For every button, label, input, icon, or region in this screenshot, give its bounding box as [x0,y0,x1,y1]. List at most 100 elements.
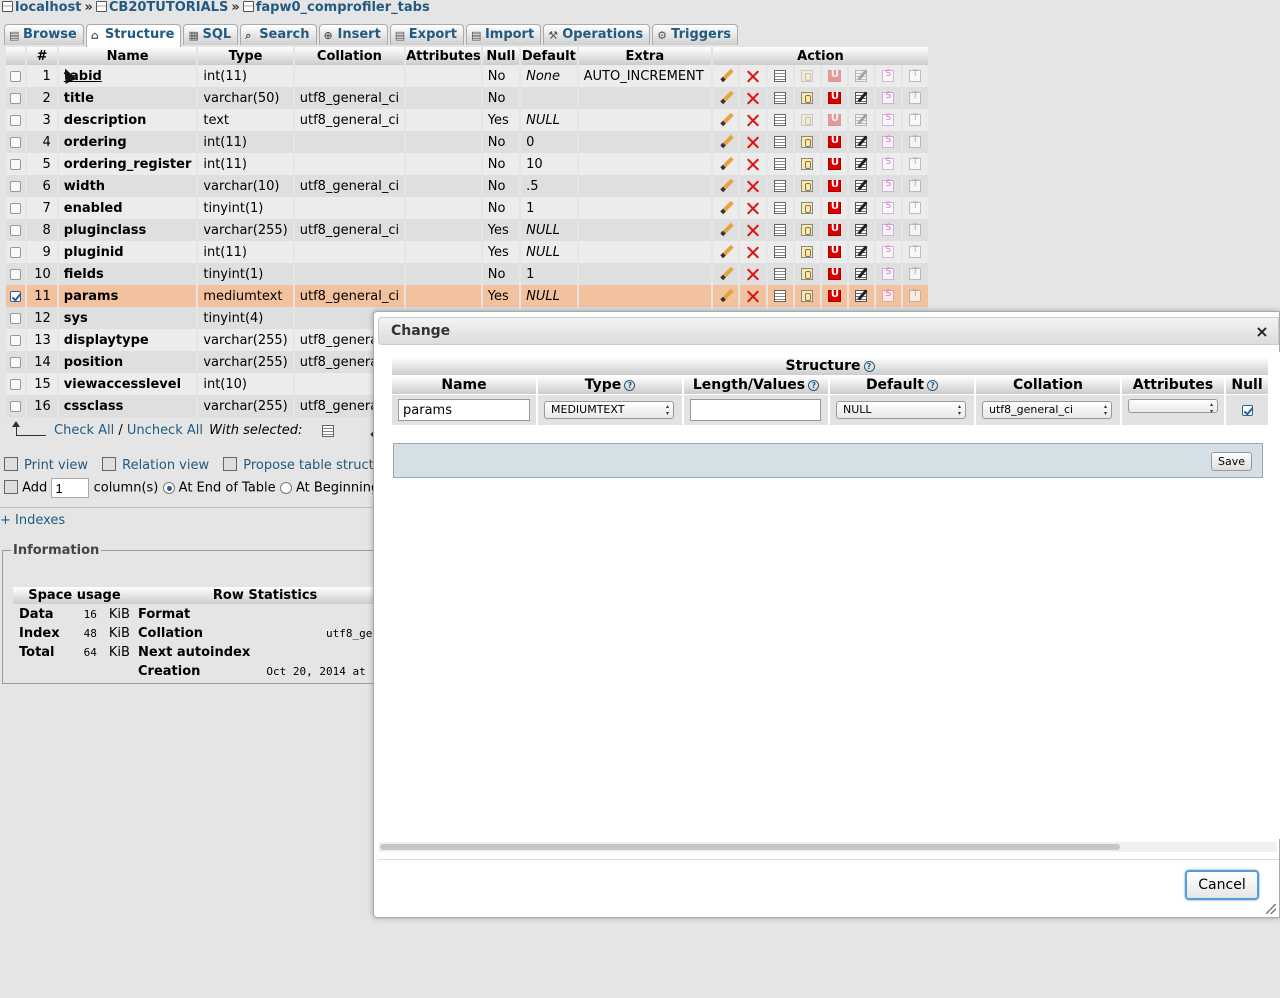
scrollbar-thumb[interactable] [380,844,1120,850]
primary-key-icon[interactable] [801,158,814,170]
indexes-toggle-link[interactable]: + Indexes [0,513,65,528]
delete-icon[interactable] [746,245,760,259]
resize-handle-icon[interactable] [1266,904,1276,914]
pencil-icon[interactable] [719,289,733,303]
unique-icon[interactable] [827,223,841,236]
fulltext-icon[interactable] [909,289,922,302]
browse-distinct-icon[interactable] [774,136,787,148]
fulltext-icon[interactable] [909,223,922,236]
length-values-input[interactable] [690,399,821,421]
pencil-icon[interactable] [719,91,733,105]
collation-select[interactable]: utf8_general_ci [982,401,1112,419]
row-checkbox[interactable] [10,312,22,324]
at-end-radio[interactable] [162,481,175,494]
primary-key-icon[interactable] [801,136,814,148]
fulltext-icon[interactable] [909,157,922,170]
row-checkbox[interactable] [10,70,22,82]
table-row[interactable]: 5 ordering_register int(11) No 10 [6,153,928,175]
row-checkbox[interactable] [10,92,22,104]
fulltext-icon[interactable] [909,245,922,258]
unique-icon[interactable] [827,135,841,148]
row-checkbox[interactable] [10,378,22,390]
index-icon[interactable] [855,70,868,82]
table-row[interactable]: 2 title varchar(50) utf8_general_ci No [6,87,928,109]
attributes-select[interactable] [1128,399,1218,415]
tab-search[interactable]: ⌕ Search [240,24,317,45]
index-icon[interactable] [855,114,868,126]
pencil-icon[interactable] [719,113,733,127]
help-icon[interactable]: ? [863,361,875,372]
row-checkbox[interactable] [10,136,22,148]
row-checkbox[interactable] [10,290,22,302]
default-select[interactable]: NULL [836,401,966,419]
delete-icon[interactable] [746,201,760,215]
row-checkbox[interactable] [10,224,22,236]
index-icon[interactable] [855,92,868,104]
spatial-icon[interactable] [882,91,895,104]
breadcrumb-server[interactable]: localhost [15,0,81,15]
delete-icon[interactable] [746,179,760,193]
browse-selected-icon[interactable] [322,424,335,437]
row-checkbox[interactable] [10,202,22,214]
table-row[interactable]: 1 tabid int(11) No None AUTO_INCREMENT [6,65,928,87]
row-checkbox[interactable] [10,400,22,412]
fulltext-icon[interactable] [909,113,922,126]
dialog-titlebar[interactable]: Change × [378,317,1279,345]
row-checkbox[interactable] [10,180,22,192]
browse-distinct-icon[interactable] [774,224,787,236]
table-row[interactable]: 11 params mediumtext utf8_general_ci Yes NULL [6,285,928,307]
fulltext-icon[interactable] [909,267,922,280]
primary-key-icon[interactable] [801,202,814,214]
tab-import[interactable]: ▤ Import [465,24,542,45]
uncheck-all-link[interactable]: Uncheck All [127,423,203,438]
unique-icon[interactable] [827,245,841,258]
primary-key-icon[interactable] [801,290,814,302]
unique-icon[interactable] [827,289,841,302]
unique-icon[interactable] [827,157,841,170]
index-icon[interactable] [855,158,868,170]
row-checkbox[interactable] [10,334,22,346]
delete-icon[interactable] [746,69,760,83]
delete-icon[interactable] [746,135,760,149]
browse-distinct-icon[interactable] [774,268,787,280]
index-icon[interactable] [855,180,868,192]
pencil-icon[interactable] [719,267,733,281]
help-icon[interactable]: ? [624,380,636,391]
delete-icon[interactable] [746,113,760,127]
table-row[interactable]: 10 fields tinyint(1) No 1 [6,263,928,285]
spatial-icon[interactable] [882,135,895,148]
at-beginning-radio[interactable] [279,481,292,494]
browse-distinct-icon[interactable] [774,92,787,104]
unique-icon[interactable] [827,69,841,82]
print-view-link[interactable]: Print view [24,458,88,473]
tab-browse[interactable]: ▤ Browse [4,24,84,45]
delete-icon[interactable] [746,267,760,281]
row-checkbox[interactable] [10,114,22,126]
spatial-icon[interactable] [882,223,895,236]
spatial-icon[interactable] [882,267,895,280]
browse-distinct-icon[interactable] [774,114,787,126]
primary-key-icon[interactable] [801,224,814,236]
horizontal-scrollbar[interactable] [379,842,1277,852]
tab-sql[interactable]: ▦ SQL [183,24,239,45]
unique-icon[interactable] [827,91,841,104]
column-name-input[interactable] [398,399,530,421]
browse-distinct-icon[interactable] [774,246,787,258]
browse-distinct-icon[interactable] [774,290,787,302]
breadcrumb-table[interactable]: fapw0_comprofiler_tabs [256,0,430,15]
primary-key-icon[interactable] [801,180,814,192]
row-checkbox[interactable] [10,246,22,258]
browse-distinct-icon[interactable] [774,202,787,214]
table-row[interactable]: 4 ordering int(11) No 0 [6,131,928,153]
check-all-link[interactable]: Check All [54,423,114,438]
pencil-icon[interactable] [719,201,733,215]
pencil-icon[interactable] [719,179,733,193]
index-icon[interactable] [855,290,868,302]
relation-view-link[interactable]: Relation view [122,458,209,473]
table-row[interactable]: 8 pluginclass varchar(255) utf8_general_ci Y… [6,219,928,241]
tab-operations[interactable]: ⚒ Operations [543,24,651,45]
spatial-icon[interactable] [882,113,895,126]
delete-icon[interactable] [746,157,760,171]
primary-key-icon[interactable] [801,92,814,104]
browse-distinct-icon[interactable] [774,180,787,192]
